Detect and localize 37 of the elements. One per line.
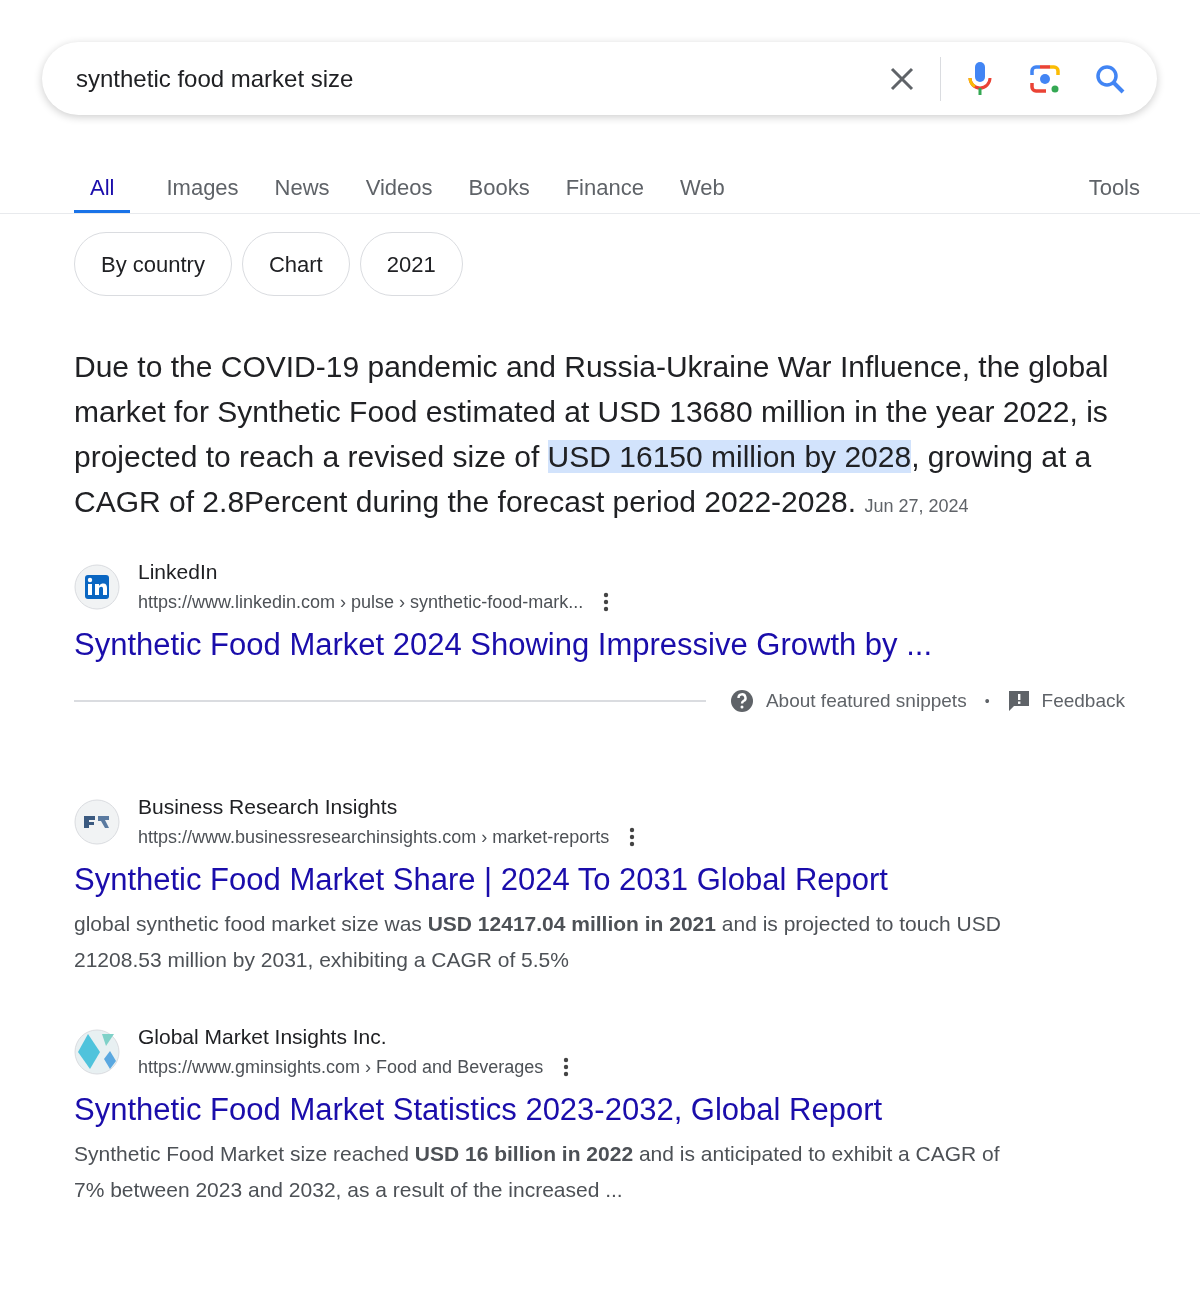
result-snippet: Synthetic Food Market size reached USD 16 billion in 2022 and is anticipated to exhibit a CAGR of 7% between 2023 and 2032, as a result of the increased ... (74, 1140, 1001, 1203)
result-url[interactable]: https://www.gminsights.com › Food and Beverages (138, 1051, 544, 1082)
search-tab[interactable]: Finance (565, 154, 644, 213)
search-tab[interactable]: News (274, 154, 330, 213)
result-snippet: global synthetic food market size was USD 12417.04 million in 2021 and is projected to touch USD 21208.53 million by 2031, exhibiting a CAGR of 5.5% (74, 910, 1002, 973)
camera-lens-icon[interactable] (1029, 62, 1061, 95)
search-tab[interactable]: Books (468, 154, 530, 213)
result-title[interactable]: Synthetic Food Market Share | 2024 To 2031 Global Report (74, 861, 888, 897)
about-link[interactable]: About featured snippets (765, 687, 967, 716)
close-icon[interactable] (890, 66, 914, 91)
result-url[interactable]: https://www.linkedin.com › pulse › synthetic-food-mark... (138, 587, 584, 617)
site-logo-icon (74, 798, 120, 845)
more-options-icon[interactable] (563, 1056, 570, 1077)
search-tab[interactable]: All (74, 154, 131, 213)
source-name: LinkedIn (138, 559, 219, 585)
search-bar[interactable]: synthetic food market size (42, 42, 1157, 115)
microphone-icon[interactable] (967, 61, 993, 96)
linkedin-logo-icon (74, 564, 120, 610)
featured-snippet-text: Due to the COVID-19 pandemic and Russia-Ukraine War Influence, the global market for Synthetic Food estimated at USD 13680 million in the year 2022, is projected to reach a revised size of USD 16150 million by 2028, growing at a CAGR of 2.8Percent during the forecast period 2022-2028. Jun 27, 2024 (74, 349, 1110, 520)
search-query[interactable]: synthetic food market size (76, 60, 890, 97)
result-title[interactable]: Synthetic Food Market 2024 Showing Impressive Growth by ... (74, 627, 933, 662)
feedback-icon[interactable] (1007, 690, 1030, 713)
separator-dot: • (984, 691, 990, 711)
help-icon[interactable] (729, 689, 754, 714)
tools-button[interactable]: Tools (1088, 154, 1140, 213)
source-name: Global Market Insights Inc. (138, 1023, 388, 1050)
search-icon[interactable] (1095, 63, 1125, 94)
result-title[interactable]: Synthetic Food Market Statistics 2023-2032, Global Report (74, 1091, 883, 1127)
search-tab[interactable]: Videos (365, 154, 433, 213)
site-logo-icon (74, 1028, 120, 1075)
result-url[interactable]: https://www.businessresearchinsights.com › market-reports (138, 821, 610, 852)
feedback-link[interactable]: Feedback (1041, 687, 1125, 716)
search-tab[interactable]: Images (166, 154, 239, 213)
search-tab[interactable]: Web (679, 154, 725, 213)
more-options-icon[interactable] (629, 826, 636, 847)
source-name: Business Research Insights (138, 793, 399, 820)
more-options-icon[interactable] (603, 592, 610, 612)
